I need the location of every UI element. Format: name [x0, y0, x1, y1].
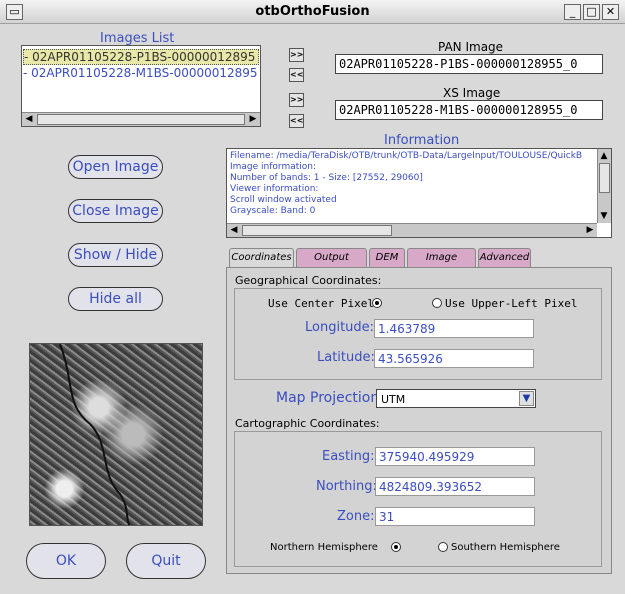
list-item-selected[interactable]: - 02APR01105228-P1BS-00000012895: [23, 49, 259, 65]
info-line: Scroll window activated: [230, 195, 337, 205]
chevron-down-icon[interactable]: ▼: [519, 391, 534, 406]
easting-label: Easting:: [322, 449, 375, 464]
tab-output-image[interactable]: Output Image: [296, 248, 367, 281]
scroll-right-icon[interactable]: ▶: [247, 113, 259, 125]
info-line: Number of bands: 1 - Size: [27552, 29060…: [230, 173, 423, 183]
ok-button[interactable]: OK: [26, 543, 106, 579]
scroll-left-icon[interactable]: ◀: [23, 113, 35, 125]
longitude-label: Longitude:: [305, 320, 375, 335]
information-title: Information: [384, 133, 460, 148]
tab-advanced[interactable]: Advanced: [478, 248, 531, 268]
scroll-thumb[interactable]: [37, 114, 245, 125]
window-title: otbOrthoFusion: [255, 4, 370, 19]
southern-hemisphere-radio[interactable]: [438, 542, 448, 552]
northern-hemisphere-label: Northern Hemisphere: [270, 542, 378, 553]
use-center-radio[interactable]: [372, 298, 382, 308]
list-item[interactable]: - 02APR01105228-M1BS-00000012895: [23, 66, 259, 82]
use-upper-left-radio[interactable]: [432, 298, 442, 308]
map-projection-select[interactable]: UTM ▼: [376, 389, 536, 408]
list-item-label: - 02APR01105228-P1BS-00000012895: [24, 50, 256, 64]
scroll-up-icon[interactable]: ▲: [598, 150, 610, 162]
hide-all-button[interactable]: Hide all: [68, 287, 163, 311]
zone-label: Zone:: [337, 509, 375, 524]
longitude-field[interactable]: 1.463789: [374, 319, 534, 338]
remove-xs-button[interactable]: <<: [289, 114, 304, 128]
southern-hemisphere-label: Southern Hemisphere: [451, 542, 560, 553]
scroll-left-icon[interactable]: ◀: [228, 224, 240, 236]
image-preview[interactable]: [29, 343, 203, 526]
show-hide-button[interactable]: Show / Hide: [68, 243, 163, 267]
images-list-title: Images List: [100, 31, 175, 46]
quit-button[interactable]: Quit: [126, 543, 206, 579]
title-bar: ▭ otbOrthoFusion _ □ ✕: [0, 0, 625, 24]
use-upper-left-label: Use Upper-Left Pixel: [445, 297, 578, 310]
northing-label: Northing:: [316, 479, 377, 494]
close-image-button[interactable]: Close Image: [68, 199, 163, 223]
info-line: Image information:: [230, 162, 317, 172]
information-vscroll[interactable]: ▲ ▼: [597, 149, 611, 223]
pan-image-field[interactable]: 02APR01105228-P1BS-000000128955_0: [335, 54, 603, 74]
geo-title: Geographical Coordinates:: [235, 274, 382, 287]
scroll-down-icon[interactable]: ▼: [598, 210, 610, 222]
open-image-button[interactable]: Open Image: [68, 155, 163, 179]
info-line: Grayscale: Band: 0: [230, 206, 316, 216]
zone-field[interactable]: 31: [375, 507, 535, 526]
scroll-right-icon[interactable]: ▶: [584, 224, 596, 236]
add-pan-button[interactable]: >>: [289, 48, 304, 62]
scroll-thumb[interactable]: [242, 225, 392, 236]
northern-hemisphere-radio[interactable]: [391, 542, 401, 552]
information-hscroll[interactable]: ◀ ▶: [227, 223, 597, 237]
carto-title: Cartographic Coordinates:: [235, 417, 380, 430]
tab-dem[interactable]: DEM: [369, 248, 405, 268]
map-projection-label: Map Projection: [276, 390, 380, 406]
pan-label: PAN Image: [438, 40, 504, 54]
scroll-thumb[interactable]: [599, 163, 610, 193]
tab-image-extent[interactable]: Image Extent: [407, 248, 476, 281]
latitude-field[interactable]: 43.565926: [374, 349, 534, 368]
maximize-button[interactable]: □: [583, 4, 600, 20]
northing-field[interactable]: 4824809.393652: [375, 477, 535, 496]
information-box: Filename: /media/TeraDisk/OTB/trunk/OTB-…: [226, 148, 612, 238]
info-line: Viewer information:: [230, 184, 319, 194]
images-list-hscroll[interactable]: ◀ ▶: [22, 112, 260, 126]
xs-label: XS Image: [443, 86, 501, 100]
minimize-button[interactable]: _: [564, 4, 581, 20]
map-projection-value: UTM: [381, 393, 406, 406]
info-line: Filename: /media/TeraDisk/OTB/trunk/OTB-…: [230, 151, 583, 161]
use-center-label: Use Center Pixel: [268, 297, 374, 310]
tab-coordinates[interactable]: Coordinates: [229, 248, 294, 268]
remove-pan-button[interactable]: <<: [289, 68, 304, 82]
easting-field[interactable]: 375940.495929: [375, 447, 535, 466]
latitude-label: Latitude:: [317, 350, 375, 365]
xs-image-field[interactable]: 02APR01105228-M1BS-000000128955_0: [335, 100, 603, 120]
images-list[interactable]: - 02APR01105228-P1BS-00000012895 - 02APR…: [21, 45, 261, 127]
add-xs-button[interactable]: >>: [289, 93, 304, 107]
close-window-button[interactable]: ✕: [602, 4, 619, 20]
